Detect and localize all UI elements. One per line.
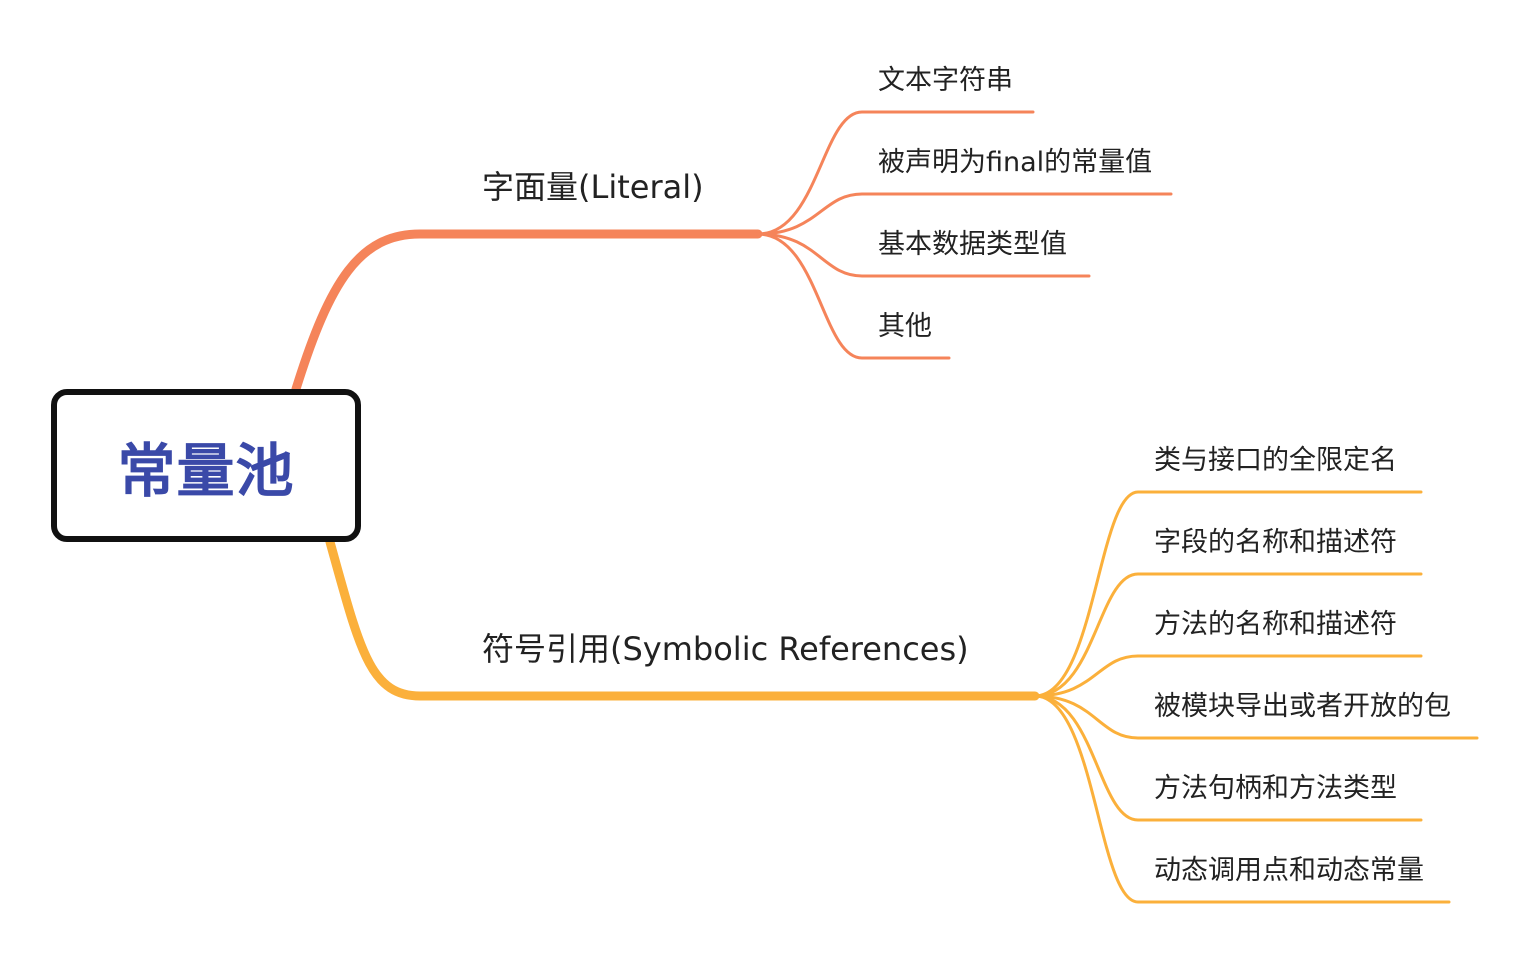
root-node[interactable]: 常量池 — [51, 389, 361, 542]
connector-root-to-symbolic — [325, 537, 1040, 701]
leaf-node-symbolic-3[interactable]: 方法的名称和描述符 — [1154, 611, 1397, 638]
connector-symbolic-leaf-3 — [1033, 654, 1423, 698]
branch-node-symbolic-references[interactable]: 符号引用(Symbolic References) — [482, 633, 969, 665]
branch-node-literal[interactable]: 字面量(Literal) — [482, 171, 704, 203]
leaf-node-symbolic-1[interactable]: 类与接口的全限定名 — [1154, 447, 1397, 474]
mind-map-canvas: 常量池 字面量(Literal) 文本字符串 被声明为final的常量值 基本数… — [0, 0, 1528, 954]
leaf-node-symbolic-4[interactable]: 被模块导出或者开放的包 — [1154, 693, 1451, 720]
leaf-node-literal-3[interactable]: 基本数据类型值 — [878, 231, 1067, 258]
leaf-node-symbolic-2[interactable]: 字段的名称和描述符 — [1154, 529, 1397, 556]
root-node-label: 常量池 — [117, 436, 295, 505]
connector-symbolic-leaf-1 — [1033, 490, 1423, 698]
leaf-node-literal-4[interactable]: 其他 — [878, 313, 932, 340]
leaf-node-literal-2[interactable]: 被声明为final的常量值 — [878, 149, 1152, 176]
connector-literal-leaf-2 — [756, 192, 1173, 236]
leaf-node-symbolic-6[interactable]: 动态调用点和动态常量 — [1154, 857, 1424, 884]
leaf-node-literal-1[interactable]: 文本字符串 — [878, 67, 1013, 94]
connector-root-to-literal — [291, 229, 763, 394]
leaf-node-symbolic-5[interactable]: 方法句柄和方法类型 — [1154, 775, 1397, 802]
